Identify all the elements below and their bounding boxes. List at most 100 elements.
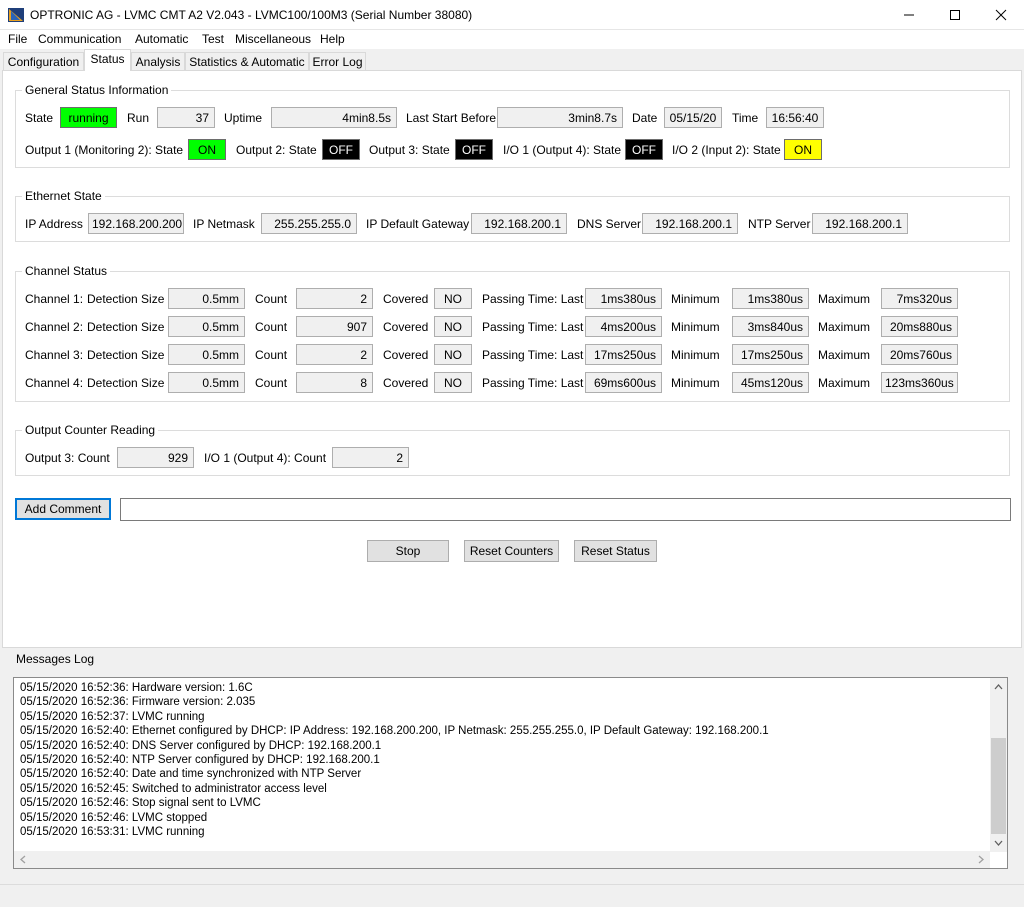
detection-size-label: Detection Size [87,376,165,390]
log-line: 05/15/2020 16:52:40: Date and time synch… [20,768,362,781]
detection-size-field: 0.5mm [168,288,245,309]
horizontal-scrollbar[interactable] [14,851,990,868]
comment-input[interactable] [120,498,1011,521]
io1-state-badge: OFF [625,139,663,160]
maximum-label: Maximum [818,320,871,334]
scroll-down-icon [994,840,1003,846]
minimum-label: Minimum [671,348,720,362]
app-logo-icon [8,8,24,22]
status-bar [0,884,1024,907]
log-line: 05/15/2020 16:52:40: DNS Server configur… [20,739,382,752]
io1-count-label: I/O 1 (Output 4): Count [204,451,327,465]
minimize-button[interactable] [886,0,932,30]
log-line: 05/15/2020 16:52:46: Stop signal sent to… [20,797,261,810]
maximize-button[interactable] [932,0,978,30]
output3-count-label: Output 3: Count [25,451,110,465]
general-status-group: General Status Information State running… [15,83,1010,168]
scroll-down-button[interactable] [990,834,1007,852]
ip-address-field: 192.168.200.200 [88,213,184,234]
vertical-scrollbar[interactable] [990,678,1007,852]
channel-label: Channel 4: [25,376,84,390]
reset-status-button[interactable]: Reset Status [574,540,657,562]
log-line: 05/15/2020 16:52:36: Hardware version: 1… [20,682,253,694]
log-line: 05/15/2020 16:53:31: LVMC running [20,826,205,839]
messages-log-box[interactable]: 05/15/2020 16:52:36: Hardware version: 1… [13,677,1008,869]
menu-test[interactable]: Test [202,32,224,46]
passing-time-last-field: 1ms380us [585,288,662,309]
passing-time-last-label: Passing Time: Last [482,320,584,334]
count-field: 2 [296,288,373,309]
scroll-right-icon[interactable] [974,851,988,868]
ntp-server-label: NTP Server [748,217,811,231]
date-label: Date [632,111,658,125]
count-label: Count [255,376,288,390]
covered-label: Covered [383,292,429,306]
dns-server-field: 192.168.200.1 [642,213,738,234]
count-label: Count [255,292,288,306]
last-start-label: Last Start Before [406,111,497,125]
detection-size-field: 0.5mm [168,372,245,393]
uptime-field: 4min8.5s [271,107,397,128]
passing-time-last-field: 17ms250us [585,344,662,365]
maximize-icon [950,10,960,20]
window-title: OPTRONIC AG - LVMC CMT A2 V2.043 - LVMC1… [30,8,473,22]
stop-button[interactable]: Stop [367,540,449,562]
run-field: 37 [157,107,215,128]
dns-server-label: DNS Server [577,217,642,231]
detection-size-label: Detection Size [87,348,165,362]
ip-address-label: IP Address [25,217,83,231]
io1-state-label: I/O 1 (Output 4): State [503,143,622,157]
covered-field: NO [434,344,472,365]
maximum-label: Maximum [818,348,871,362]
log-line: 05/15/2020 16:52:37: LVMC running [20,710,205,723]
add-comment-button[interactable]: Add Comment [15,498,111,520]
count-label: Count [255,320,288,334]
run-label: Run [127,111,150,125]
uptime-label: Uptime [224,111,263,125]
messages-log-title: Messages Log [13,652,98,666]
vertical-scroll-thumb[interactable] [991,738,1006,834]
ethernet-state-title: Ethernet State [22,189,105,203]
last-start-field: 3min8.7s [497,107,623,128]
io2-state-badge: ON [784,139,822,160]
tab-error-log[interactable]: Error Log [309,52,366,71]
minimum-label: Minimum [671,376,720,390]
covered-label: Covered [383,376,429,390]
count-field: 8 [296,372,373,393]
output1-state-label: Output 1 (Monitoring 2): State [25,143,184,157]
ip-netmask-label: IP Netmask [193,217,255,231]
date-field: 05/15/20 [664,107,722,128]
reset-counters-button[interactable]: Reset Counters [464,540,559,562]
tab-configuration[interactable]: Configuration [3,52,84,71]
channel-status-group: Channel Status Channel 1: Detection Size… [15,264,1010,402]
maximum-label: Maximum [818,292,871,306]
log-line: 05/15/2020 16:52:36: Firmware version: 2… [20,696,256,709]
tab-analysis[interactable]: Analysis [131,52,185,71]
tab-status[interactable]: Status [84,49,131,71]
channel-label: Channel 3: [25,348,84,362]
output-counter-title: Output Counter Reading [22,423,159,437]
minimum-field: 1ms380us [732,288,809,309]
menu-miscellaneous[interactable]: Miscellaneous [235,32,311,46]
scroll-up-icon[interactable] [990,680,1007,694]
menu-communication[interactable]: Communication [38,32,121,46]
ethernet-state-group: Ethernet State IP Address 192.168.200.20… [15,189,1010,242]
tab-statistics-automatic[interactable]: Statistics & Automatic [185,52,309,71]
menu-file[interactable]: File [8,32,27,46]
menu-automatic[interactable]: Automatic [135,32,188,46]
menu-help[interactable]: Help [320,32,345,46]
detection-size-field: 0.5mm [168,344,245,365]
title-bar: OPTRONIC AG - LVMC CMT A2 V2.043 - LVMC1… [0,0,1024,30]
log-line: 05/15/2020 16:52:40: Ethernet configured… [20,725,769,738]
passing-time-last-label: Passing Time: Last [482,292,584,306]
scroll-left-icon[interactable] [16,851,30,868]
channel-status-title: Channel Status [22,264,111,278]
covered-field: NO [434,372,472,393]
passing-time-last-label: Passing Time: Last [482,376,584,390]
maximum-field: 20ms760us [881,344,958,365]
io2-state-label: I/O 2 (Input 2): State [672,143,781,157]
messages-log-lines: 05/15/2020 16:52:36: Hardware version: 1… [20,681,769,839]
log-line: 05/15/2020 16:52:40: NTP Server configur… [20,754,380,767]
output2-state-badge: OFF [322,139,360,160]
close-button[interactable] [978,0,1024,30]
